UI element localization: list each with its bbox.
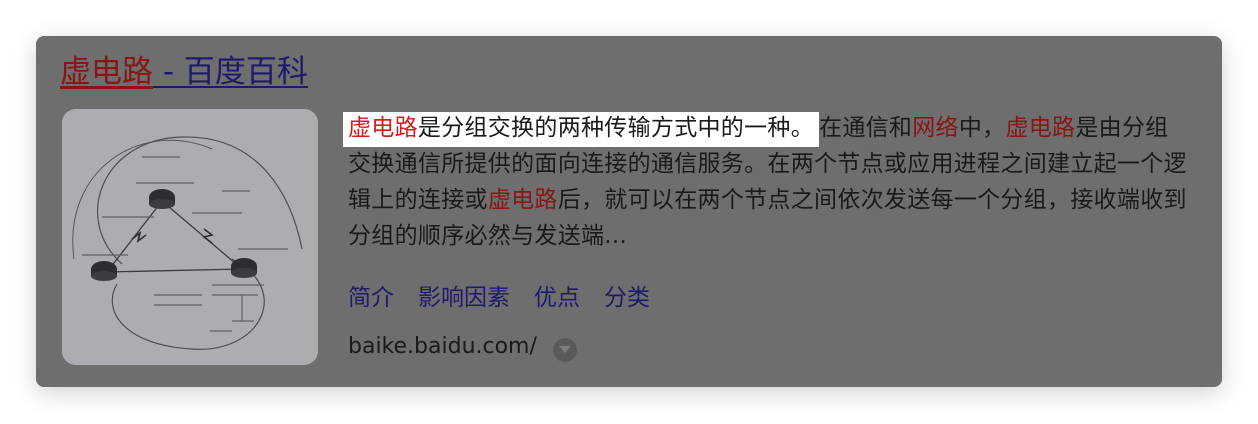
result-source: baike.baidu.com/ bbox=[348, 329, 577, 365]
source-url[interactable]: baike.baidu.com/ bbox=[348, 329, 537, 365]
result-title-link[interactable]: 虚电路 - 百度百科 bbox=[60, 52, 308, 92]
abstract-text: 中， bbox=[958, 115, 1006, 141]
sub-link-factors[interactable]: 影响因素 bbox=[418, 280, 510, 316]
sub-link-intro[interactable]: 简介 bbox=[348, 280, 394, 316]
abstract-keyword: 虚电路 bbox=[487, 187, 558, 213]
title-rest[interactable]: - 百度百科 bbox=[153, 54, 308, 90]
title-keyword[interactable]: 虚电路 bbox=[60, 54, 153, 90]
abstract-keyword: 虚电路 bbox=[1005, 115, 1076, 141]
source-dropdown-button[interactable] bbox=[552, 338, 577, 362]
search-result-card: 虚电路 - 百度百科 虚电路是分组交换的两种传输方式中的一种。 在通信和网络中，… bbox=[36, 36, 1222, 387]
sub-links: 简介 影响因素 优点 分类 bbox=[348, 280, 650, 316]
abstract-text: 是分组交换的两种传输方式中的一种。 bbox=[417, 115, 815, 141]
sub-link-advantages[interactable]: 优点 bbox=[534, 280, 580, 316]
abstract-text: 在通信和 bbox=[819, 115, 913, 141]
abstract-keyword: 虚电路 bbox=[348, 115, 418, 141]
abstract-keyword: 网络 bbox=[912, 115, 959, 141]
result-abstract: 虚电路是分组交换的两种传输方式中的一种。 在通信和网络中，虚电路是由分组交换通信所… bbox=[343, 110, 1188, 254]
chevron-down-icon bbox=[558, 346, 571, 353]
result-thumbnail[interactable] bbox=[62, 109, 318, 365]
highlighted-sentence: 虚电路是分组交换的两种传输方式中的一种。 bbox=[343, 112, 820, 147]
network-diagram-image bbox=[62, 109, 318, 365]
router-icon bbox=[149, 189, 175, 209]
sub-link-categories[interactable]: 分类 bbox=[604, 280, 650, 316]
